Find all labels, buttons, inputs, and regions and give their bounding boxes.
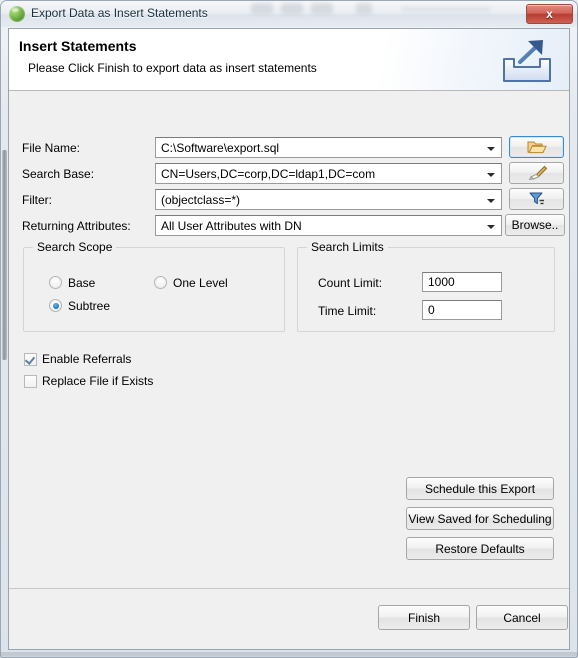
filter-funnel-icon bbox=[529, 192, 544, 205]
search-limits-group: Search Limits Count Limit: 1000 Time Lim… bbox=[297, 240, 555, 332]
filter-label: Filter: bbox=[22, 193, 52, 207]
export-tray-arrow-icon bbox=[498, 37, 556, 85]
pen-picker-icon bbox=[528, 165, 547, 181]
schedule-this-export-button[interactable]: Schedule this Export bbox=[406, 477, 554, 500]
returning-attributes-combo[interactable]: All User Attributes with DN bbox=[155, 215, 502, 236]
dialog-footer: Finish Cancel bbox=[9, 589, 569, 649]
open-folder-icon bbox=[527, 141, 547, 154]
filter-funnel-icon-button[interactable] bbox=[509, 188, 564, 210]
pen-picker-icon-button[interactable] bbox=[509, 162, 564, 184]
checkbox-enable-referrals[interactable]: Enable Referrals bbox=[24, 353, 131, 366]
search-scope-title: Search Scope bbox=[33, 240, 117, 254]
search-base-combo[interactable]: CN=Users,DC=corp,DC=ldap1,DC=com bbox=[155, 163, 502, 184]
radio-one-level-label: One Level bbox=[173, 276, 228, 290]
titlebar-smudge bbox=[251, 3, 273, 14]
checkbox-replace-file-if-exists-label: Replace File if Exists bbox=[42, 374, 154, 388]
file-name-label: File Name: bbox=[22, 141, 81, 155]
window-left-edge bbox=[2, 150, 7, 360]
export-dialog-window: Export Data as Insert Statements x Inser… bbox=[0, 0, 578, 658]
window-title: Export Data as Insert Statements bbox=[31, 6, 208, 20]
chevron-down-icon bbox=[487, 225, 495, 229]
time-limit-label: Time Limit: bbox=[318, 304, 377, 318]
green-sphere-icon bbox=[9, 6, 25, 22]
file-name-combo[interactable]: C:\Software\export.sql bbox=[155, 137, 502, 158]
window-bottom-shadow bbox=[0, 652, 578, 658]
titlebar-smudge bbox=[311, 3, 333, 14]
search-limits-title: Search Limits bbox=[307, 240, 388, 254]
search-base-value: CN=Users,DC=corp,DC=ldap1,DC=com bbox=[161, 167, 376, 181]
titlebar-smudge bbox=[356, 3, 372, 14]
time-limit-input[interactable]: 0 bbox=[422, 300, 502, 320]
view-saved-for-scheduling-button[interactable]: View Saved for Scheduling bbox=[406, 507, 554, 530]
browse-button[interactable]: Browse.. bbox=[505, 214, 565, 236]
form-area: File Name: C:\Software\export.sql Search… bbox=[9, 92, 569, 587]
radio-base-label: Base bbox=[68, 276, 96, 290]
page-subtitle: Please Click Finish to export data as in… bbox=[28, 61, 317, 75]
close-icon: x bbox=[546, 7, 553, 21]
search-scope-group: Search Scope Base One Level Subtree bbox=[23, 240, 285, 332]
radio-subtree-label: Subtree bbox=[68, 299, 111, 313]
radio-subtree[interactable]: Subtree bbox=[49, 299, 110, 313]
open-folder-icon-button[interactable] bbox=[509, 136, 564, 158]
radio-base[interactable]: Base bbox=[49, 276, 95, 290]
titlebar-smudge bbox=[401, 6, 491, 12]
finish-button[interactable]: Finish bbox=[378, 605, 470, 630]
count-limit-label: Count Limit: bbox=[318, 276, 383, 290]
page-title: Insert Statements bbox=[19, 38, 137, 54]
checkbox-enable-referrals-label: Enable Referrals bbox=[42, 352, 132, 366]
titlebar-smudge bbox=[281, 3, 303, 14]
close-button[interactable]: x bbox=[526, 4, 573, 24]
cancel-button[interactable]: Cancel bbox=[476, 605, 568, 630]
title-bar[interactable]: Export Data as Insert Statements x bbox=[1, 1, 577, 27]
dialog-banner: Insert Statements Please Click Finish to… bbox=[9, 29, 569, 91]
count-limit-input[interactable]: 1000 bbox=[422, 272, 502, 292]
chevron-down-icon bbox=[487, 147, 495, 151]
dialog-client-area: Insert Statements Please Click Finish to… bbox=[8, 28, 570, 650]
filter-value: (objectclass=*) bbox=[161, 193, 241, 207]
search-base-label: Search Base: bbox=[22, 167, 95, 181]
chevron-down-icon bbox=[487, 199, 495, 203]
filter-combo[interactable]: (objectclass=*) bbox=[155, 189, 502, 210]
returning-attributes-label: Returning Attributes: bbox=[22, 219, 131, 233]
radio-one-level[interactable]: One Level bbox=[154, 276, 228, 290]
chevron-down-icon bbox=[487, 173, 495, 177]
returning-attributes-value: All User Attributes with DN bbox=[161, 219, 302, 233]
restore-defaults-button[interactable]: Restore Defaults bbox=[406, 537, 554, 560]
file-name-value: C:\Software\export.sql bbox=[161, 141, 280, 155]
checkbox-replace-file-if-exists[interactable]: Replace File if Exists bbox=[24, 375, 153, 388]
